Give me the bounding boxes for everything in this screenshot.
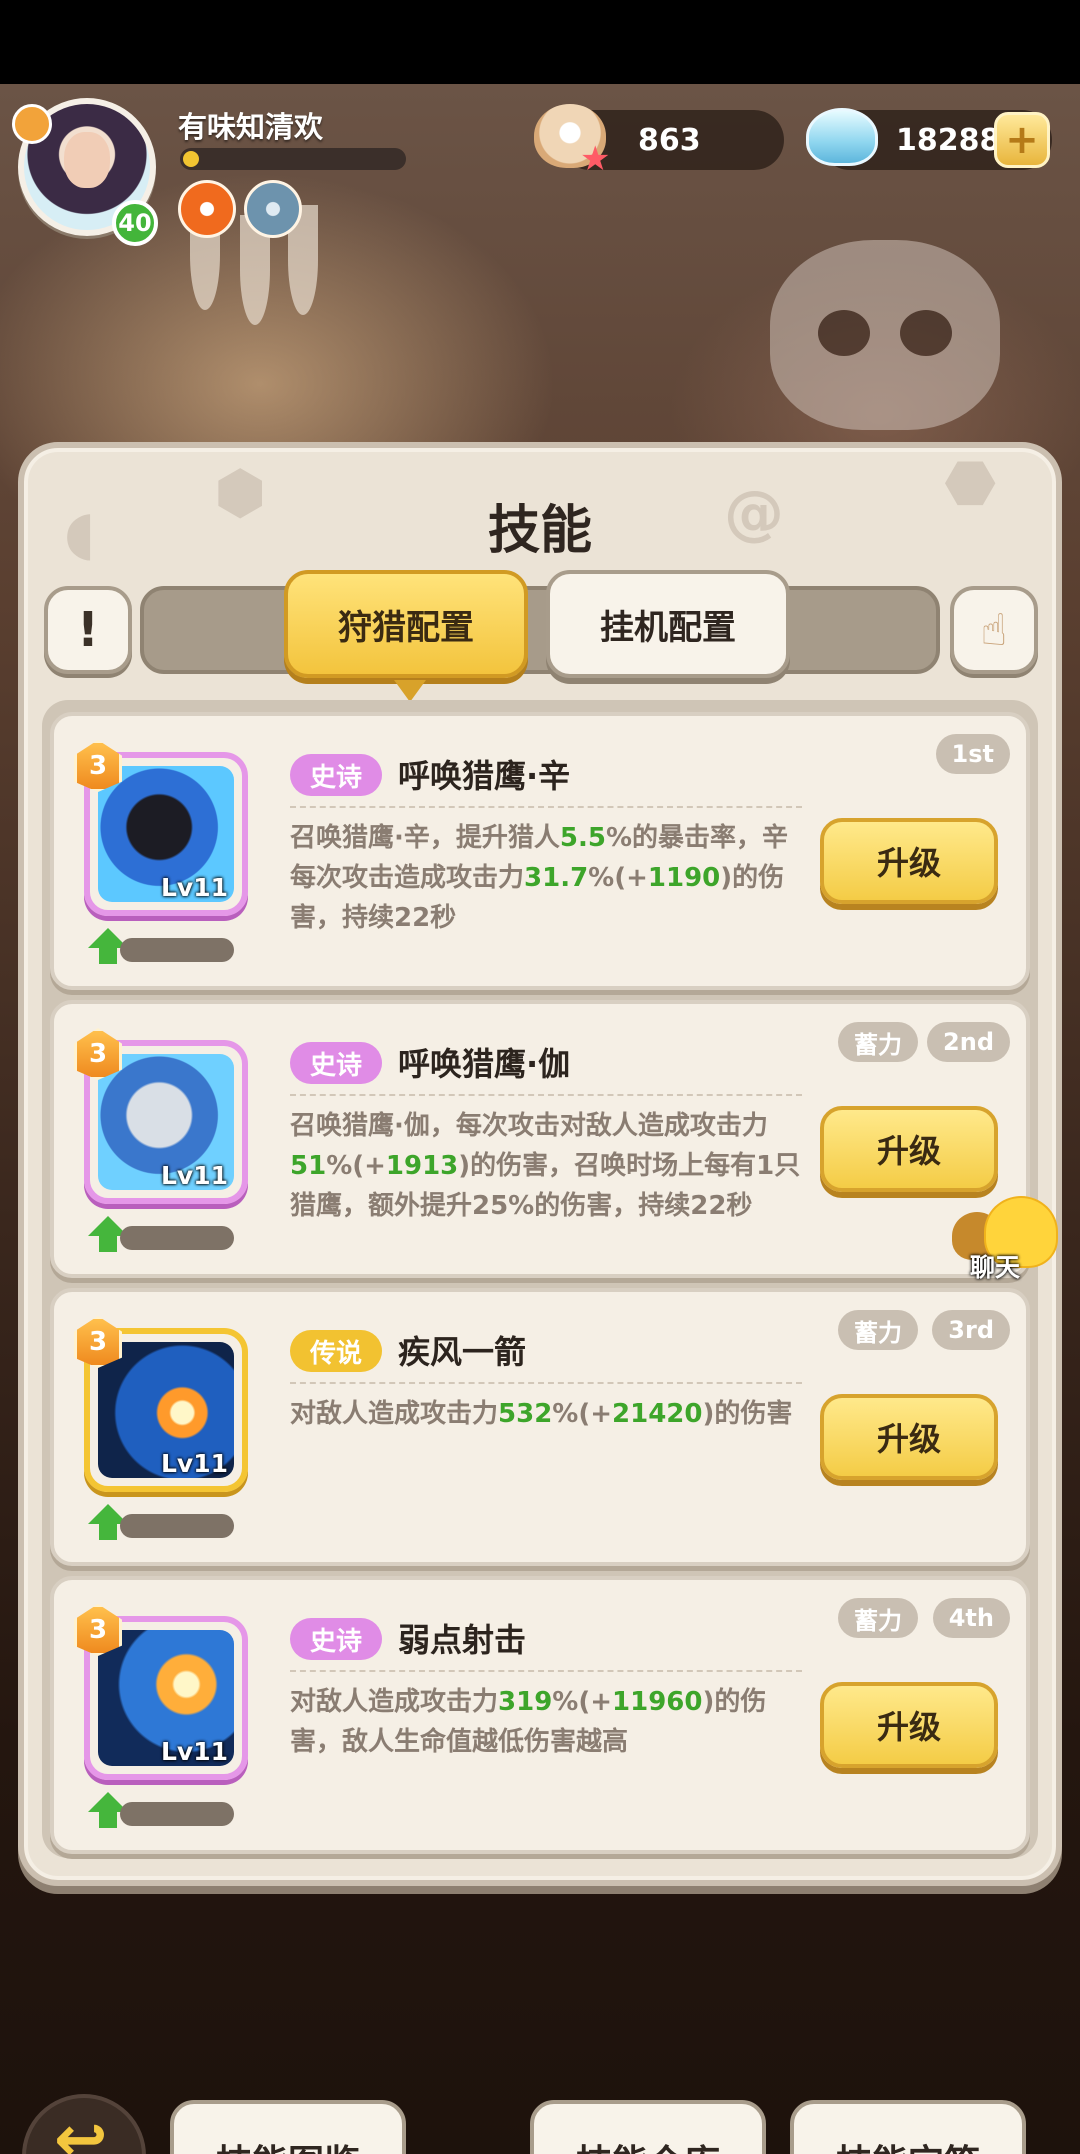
skill-codex-button[interactable]: 技能图鉴 <box>170 2100 406 2154</box>
skill-level: Lv11 <box>160 1161 228 1190</box>
divider <box>290 1094 802 1096</box>
skill-name: 弱点射击 <box>398 1621 527 1659</box>
skill-description: 对敌人造成攻击力532%(+21420)的伤害 <box>290 1394 810 1434</box>
skill-description: 对敌人造成攻击力319%(+11960)的伤害，敌人生命值越低伤害越高 <box>290 1682 810 1762</box>
avatar-face <box>64 132 110 188</box>
highlight-value: 11960 <box>612 1687 703 1717</box>
rarity-badge: 传说 <box>290 1330 383 1372</box>
skill-tag: 蓄力 <box>838 1022 918 1062</box>
pearl-amount: 863 <box>638 122 701 158</box>
skill-progress-bar <box>120 1802 234 1826</box>
desc-text: 对敌人造成攻击力 <box>290 1687 499 1717</box>
desc-text: 召唤猎鹰·伽，每次攻击对敌人造成攻击力 <box>290 1111 768 1141</box>
add-diamond-button[interactable]: + <box>994 112 1050 168</box>
rarity-badge: 史诗 <box>290 1042 383 1084</box>
tab-track <box>140 586 940 674</box>
rarity-badge: 史诗 <box>290 754 383 796</box>
highlight-value: 5.5 <box>559 823 606 853</box>
divider <box>290 1382 802 1384</box>
upgrade-button[interactable]: 升级 <box>820 818 998 904</box>
panel-title: 技能 <box>487 501 592 561</box>
highlight-value: 532 <box>498 1399 553 1429</box>
skill-level: Lv11 <box>160 1737 228 1766</box>
tab-hunt-config[interactable]: 狩猎配置 <box>284 570 528 702</box>
star-rank-badge: 3 <box>74 1028 122 1080</box>
skill-name: 疾风一箭 <box>398 1333 527 1371</box>
desc-text: 召唤猎鹰·辛，提升猎人 <box>290 823 560 853</box>
back-arrow-icon: ↩ <box>54 2103 108 2154</box>
skill-tag: 2nd <box>927 1022 1010 1062</box>
avatar-frame-badge-icon <box>12 104 52 144</box>
divider <box>290 1670 802 1672</box>
skill-tag: 蓄力 <box>838 1310 918 1350</box>
highlight-value: 1190 <box>647 863 721 893</box>
skill-card: Lv11 3 传说 疾风一箭 对敌人造成攻击力532%(+21420)的伤害 升… <box>50 1288 1030 1566</box>
highlight-value: 51 <box>290 1151 327 1181</box>
tab-idle-config[interactable]: 挂机配置 <box>546 570 790 678</box>
upgrade-button[interactable]: 升级 <box>820 1394 998 1480</box>
exp-bar <box>180 148 406 170</box>
diamond-shell-icon <box>806 108 878 166</box>
skill-progress-bar <box>120 1514 234 1538</box>
skill-tag: 1st <box>935 734 1010 774</box>
panel-decoration: @ <box>724 478 784 548</box>
skill-level: Lv11 <box>160 1449 228 1478</box>
skill-card: Lv11 3 史诗 呼唤猎鹰·辛 召唤猎鹰·辛，提升猎人5.5%的暴击率，辛每次… <box>50 712 1030 990</box>
buff-orange-icon[interactable] <box>178 180 236 238</box>
panel-decoration: ◖ <box>64 498 96 568</box>
panel-decoration: ⬢ <box>214 458 267 528</box>
chat-label: 聊天 <box>970 1253 1021 1282</box>
divider <box>290 806 802 808</box>
bg-skull-decoration <box>770 240 1000 430</box>
exp-bar-fill <box>183 151 199 167</box>
desc-text: %(+ <box>326 1151 386 1181</box>
skill-progress-bar <box>120 1226 234 1250</box>
star-rank-badge: 3 <box>74 1604 122 1656</box>
highlight-value: 31.7 <box>524 863 589 893</box>
skill-storage-button[interactable]: 技能仓库 <box>530 2100 766 2154</box>
skill-tag: 4th <box>932 1598 1010 1638</box>
starfish-icon: ★ <box>580 139 611 179</box>
upgrade-button[interactable]: 升级 <box>820 1682 998 1768</box>
skill-description: 召唤猎鹰·辛，提升猎人5.5%的暴击率，辛每次攻击造成攻击力31.7%(+119… <box>290 818 810 938</box>
upgrade-button[interactable]: 升级 <box>820 1106 998 1192</box>
skill-name: 呼唤猎鹰·辛 <box>398 757 571 795</box>
hand-pointer-icon: ☝ <box>980 604 1008 656</box>
diamond-amount: 18288 <box>896 122 1001 158</box>
panel-decoration: ⬣ <box>944 448 997 518</box>
skill-chest-button[interactable]: 技能宝箱 <box>790 2100 1026 2154</box>
desc-text: %(+ <box>588 863 648 893</box>
desc-text: %(+ <box>552 1399 613 1429</box>
highlight-value: 1913 <box>385 1151 459 1181</box>
player-name: 有味知清欢 <box>178 110 324 144</box>
rarity-badge: 史诗 <box>290 1618 383 1660</box>
desc-text: 对敌人造成攻击力 <box>290 1399 499 1429</box>
player-level-badge: 40 <box>112 200 158 246</box>
desc-text: %(+ <box>552 1687 613 1717</box>
star-rank-badge: 3 <box>74 1316 122 1368</box>
skill-name: 呼唤猎鹰·伽 <box>398 1045 571 1083</box>
star-rank-badge: 3 <box>74 740 122 792</box>
skill-progress-bar <box>120 938 234 962</box>
skill-card: Lv11 3 史诗 弱点射击 对敌人造成攻击力319%(+11960)的伤害，敌… <box>50 1576 1030 1854</box>
skill-card: Lv11 3 史诗 呼唤猎鹰·伽 召唤猎鹰·伽，每次攻击对敌人造成攻击力 51%(… <box>50 1000 1030 1278</box>
chat-button[interactable]: 聊天 <box>948 1196 1068 1282</box>
skill-level: Lv11 <box>160 873 228 902</box>
skill-tag: 3rd <box>932 1310 1010 1350</box>
desc-text: )的伤害 <box>702 1399 793 1429</box>
highlight-value: 21420 <box>612 1399 703 1429</box>
buff-blue-icon[interactable] <box>244 180 302 238</box>
highlight-value: 319 <box>498 1687 553 1717</box>
skill-description: 召唤猎鹰·伽，每次攻击对敌人造成攻击力51%(+1913)的伤害，召唤时场上每有… <box>290 1106 810 1226</box>
status-bar <box>0 0 1080 84</box>
skill-tag: 蓄力 <box>838 1598 918 1638</box>
info-button[interactable]: ! <box>44 586 132 674</box>
hand-pointer-button[interactable]: ☝ <box>950 586 1038 674</box>
